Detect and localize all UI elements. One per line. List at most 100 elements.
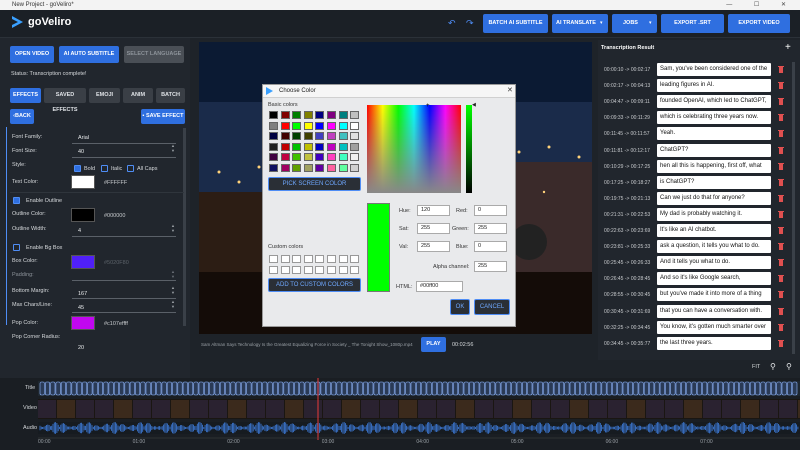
subtitle-clip[interactable] bbox=[278, 381, 284, 396]
subtitle-clip[interactable] bbox=[188, 381, 194, 396]
subtitle-clip[interactable] bbox=[744, 381, 750, 396]
transcription-row[interactable]: 00:23:81 -> 00:25:33 ask a question, it t… bbox=[604, 240, 790, 254]
row-text-field[interactable]: Can we just do that for anyone? bbox=[657, 191, 771, 205]
basic-color-swatch[interactable] bbox=[292, 153, 302, 161]
row-timestamp[interactable]: 00:30:45 -> 00:31:69 bbox=[604, 309, 654, 315]
bold-checkbox[interactable] bbox=[74, 165, 81, 172]
custom-color-swatch[interactable] bbox=[315, 255, 325, 263]
custom-color-swatch[interactable] bbox=[338, 265, 348, 274]
basic-color-swatch[interactable] bbox=[338, 111, 348, 119]
row-text-field[interactable]: leading figures in AI. bbox=[657, 79, 771, 93]
row-text-field[interactable]: founded OpenAI, which led to ChatGPT, bbox=[657, 95, 771, 109]
subtitle-clip[interactable] bbox=[431, 381, 437, 396]
basic-color-swatch[interactable] bbox=[303, 142, 313, 151]
delete-icon[interactable] bbox=[778, 129, 784, 138]
basic-color-swatch[interactable] bbox=[292, 142, 302, 151]
row-timestamp[interactable]: 00:23:81 -> 00:25:33 bbox=[604, 244, 654, 250]
subtitle-clip[interactable] bbox=[389, 381, 395, 396]
subtitle-clip[interactable] bbox=[601, 381, 607, 396]
batch-ai-subtitle-button[interactable]: BATCH AI SUBTITLE bbox=[483, 14, 548, 33]
subtitle-clip[interactable] bbox=[442, 381, 448, 396]
row-timestamp[interactable]: 00:19:75 -> 00:21:13 bbox=[604, 196, 654, 202]
sat-input[interactable]: 255 bbox=[417, 223, 450, 234]
effects-scrollbar[interactable] bbox=[183, 128, 186, 326]
subtitle-clip[interactable] bbox=[426, 381, 432, 396]
basic-color-swatch[interactable] bbox=[350, 132, 360, 140]
delete-icon[interactable] bbox=[778, 178, 784, 186]
subtitle-clip[interactable] bbox=[458, 381, 464, 396]
transcription-scrollbar[interactable] bbox=[792, 62, 795, 354]
timeline-tracks[interactable] bbox=[0, 378, 800, 450]
transcription-row[interactable]: 00:25:45 -> 00:26:33 And it tells you wha… bbox=[604, 256, 790, 270]
delete-icon[interactable] bbox=[778, 97, 784, 106]
html-input[interactable]: #00ff00 bbox=[416, 281, 463, 292]
custom-color-swatch[interactable] bbox=[327, 265, 336, 274]
red-input[interactable]: 0 bbox=[474, 205, 507, 216]
delete-icon[interactable] bbox=[778, 226, 784, 234]
ai-translate-dropdown-icon[interactable]: ▾ bbox=[600, 20, 603, 26]
transcription-row[interactable]: 00:02:17 -> 00:04:13 leading figures in A… bbox=[604, 79, 790, 93]
tab-anim[interactable]: ANIM bbox=[123, 88, 153, 103]
undo-icon[interactable]: ↶ bbox=[448, 18, 456, 29]
subtitle-clip[interactable] bbox=[553, 381, 559, 396]
subtitle-clip[interactable] bbox=[638, 381, 644, 396]
subtitle-clip[interactable] bbox=[209, 381, 215, 396]
basic-color-swatch[interactable] bbox=[303, 153, 313, 161]
basic-color-swatch[interactable] bbox=[327, 121, 336, 130]
subtitle-clip[interactable] bbox=[543, 381, 549, 396]
open-video-button[interactable]: OPEN VIDEO bbox=[10, 46, 54, 63]
subtitle-clip[interactable] bbox=[124, 381, 130, 396]
custom-color-swatch[interactable] bbox=[292, 255, 302, 263]
subtitle-clip[interactable] bbox=[617, 381, 623, 396]
subtitle-clip[interactable] bbox=[267, 381, 273, 396]
delete-icon[interactable] bbox=[778, 146, 784, 154]
subtitle-clip[interactable] bbox=[182, 381, 188, 396]
subtitle-clip[interactable] bbox=[516, 381, 522, 396]
transcription-row[interactable]: 00:32:25 -> 00:34:45 You know, it's gotte… bbox=[604, 320, 790, 334]
subtitle-clip[interactable] bbox=[447, 381, 453, 396]
subtitle-clip[interactable] bbox=[357, 381, 363, 396]
subtitle-clip[interactable] bbox=[198, 381, 204, 396]
custom-color-swatch[interactable] bbox=[350, 255, 360, 263]
back-button[interactable]: ‹BACK bbox=[10, 109, 34, 124]
row-text-field[interactable]: And so it's like Google search, bbox=[657, 272, 771, 286]
text-color-swatch[interactable] bbox=[71, 175, 95, 189]
subtitle-clip[interactable] bbox=[723, 381, 729, 396]
row-text-field[interactable]: Sam, you've been considered one of the bbox=[657, 63, 771, 76]
subtitle-clip[interactable] bbox=[511, 381, 517, 396]
basic-color-swatch[interactable] bbox=[338, 153, 348, 161]
transcription-row[interactable]: 00:11:81 -> 00:12:17 ChatGPT? bbox=[604, 143, 790, 157]
subtitle-clip[interactable] bbox=[490, 381, 496, 396]
subtitle-clip[interactable] bbox=[44, 381, 50, 396]
transcription-row[interactable]: 00:26:45 -> 00:28:45 And so it's like Goo… bbox=[604, 272, 790, 286]
row-text-field[interactable]: but you've made it into more of a thing bbox=[657, 288, 771, 302]
subtitle-clip[interactable] bbox=[50, 381, 56, 396]
subtitle-clip[interactable] bbox=[299, 381, 305, 396]
custom-color-swatch[interactable] bbox=[280, 255, 290, 263]
basic-color-swatch[interactable] bbox=[350, 163, 360, 172]
subtitle-clip[interactable] bbox=[214, 381, 220, 396]
delete-icon[interactable] bbox=[778, 339, 784, 347]
transcription-row[interactable]: 00:10:29 -> 00:17:25 hen all this is happ… bbox=[604, 159, 790, 173]
basic-color-swatch[interactable] bbox=[338, 163, 348, 172]
subtitle-clip[interactable] bbox=[82, 381, 88, 396]
row-text-field[interactable]: hen all this is happening, first off, wh… bbox=[657, 159, 771, 173]
subtitle-clip[interactable] bbox=[262, 381, 268, 396]
subtitle-clip[interactable] bbox=[384, 381, 390, 396]
delete-icon[interactable] bbox=[778, 274, 784, 283]
blue-input[interactable]: 0 bbox=[474, 241, 507, 252]
bottom-margin-input[interactable]: 167 bbox=[78, 291, 87, 297]
row-timestamp[interactable]: 00:25:45 -> 00:26:33 bbox=[604, 260, 654, 266]
subtitle-clip[interactable] bbox=[156, 381, 162, 396]
subtitle-clip[interactable] bbox=[368, 381, 374, 396]
row-text-field[interactable]: Yeah. bbox=[657, 127, 771, 141]
transcription-row[interactable]: 00:34:45 -> 00:35:77 the last three years… bbox=[604, 336, 790, 350]
basic-color-swatch[interactable] bbox=[315, 121, 325, 130]
pick-screen-color-button[interactable]: PICK SCREEN COLOR bbox=[268, 177, 361, 191]
subtitle-clip[interactable] bbox=[378, 381, 384, 396]
delete-icon[interactable] bbox=[778, 258, 784, 267]
subtitle-clip[interactable] bbox=[574, 381, 580, 396]
basic-color-swatch[interactable] bbox=[315, 132, 325, 140]
subtitle-clip[interactable] bbox=[193, 381, 199, 396]
basic-color-swatch[interactable] bbox=[292, 121, 302, 130]
